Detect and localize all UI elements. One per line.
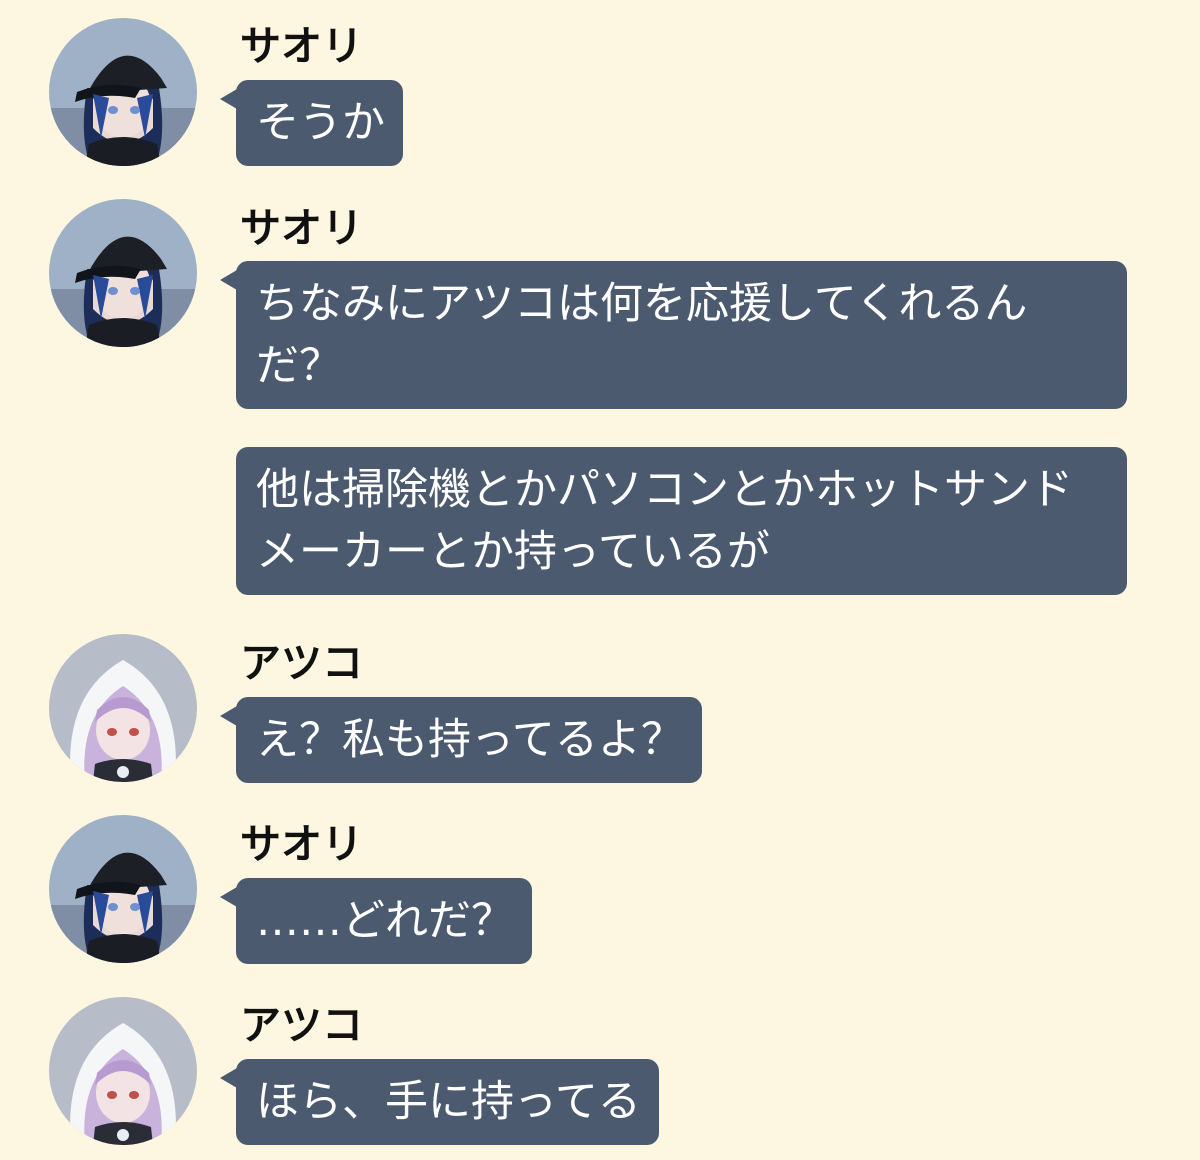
saori-avatar[interactable] bbox=[49, 815, 197, 963]
bubble-tail bbox=[220, 89, 237, 109]
sender-name: サオリ bbox=[240, 22, 363, 70]
sender-name: サオリ bbox=[240, 204, 363, 252]
message-bubble: 他は掃除機とかパソコンとかホットサンドメーカーとか持っているが bbox=[236, 447, 1127, 595]
message-bubble: ちなみにアツコは何を応援してくれるんだ？ bbox=[236, 261, 1127, 409]
sender-name: アツコ bbox=[240, 639, 363, 687]
saori-avatar[interactable] bbox=[49, 199, 197, 347]
bubble-tail bbox=[220, 706, 237, 726]
saori-avatar[interactable] bbox=[49, 18, 197, 166]
bubble-tail bbox=[220, 270, 237, 290]
bubble-tail bbox=[220, 887, 237, 907]
message-bubble: ほら、手に持ってる bbox=[236, 1059, 659, 1145]
chat-log: サオリ そうか サオリ ちなみにアツコは何を応援してくれるんだ？ 他は掃除機とか… bbox=[0, 0, 1200, 1160]
message-bubble: ……どれだ？ bbox=[236, 878, 532, 964]
sender-name: アツコ bbox=[240, 1001, 363, 1049]
atsuko-avatar[interactable] bbox=[49, 997, 197, 1145]
atsuko-avatar[interactable] bbox=[49, 634, 197, 782]
message-bubble: そうか bbox=[236, 80, 403, 166]
message-bubble: え？私も持ってるよ？ bbox=[236, 697, 702, 783]
bubble-tail bbox=[220, 1068, 237, 1088]
sender-name: サオリ bbox=[240, 820, 363, 868]
